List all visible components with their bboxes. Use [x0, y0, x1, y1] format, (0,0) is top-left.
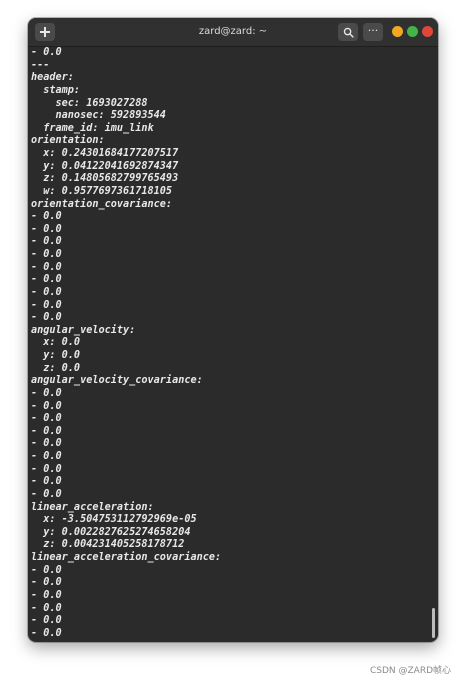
terminal-line: - 0.0 — [31, 451, 62, 462]
terminal-line: - 0.0 — [31, 261, 62, 273]
terminal-line: - 0.0 — [31, 47, 62, 58]
terminal-line: frame_id: imu_link — [31, 122, 154, 134]
search-icon — [343, 27, 354, 38]
terminal-line: linear_acceleration: — [31, 501, 154, 513]
terminal-line: y: 0.0 — [31, 350, 81, 361]
terminal-line: - 0.0 — [31, 577, 62, 589]
watermark: CSDN @ZARD帧心 — [370, 666, 452, 676]
terminal-line: w: 0.9577697361718105 — [31, 185, 173, 197]
terminal-line: - 0.0 — [31, 425, 62, 437]
terminal-line: --- — [31, 59, 50, 71]
terminal-line: - 0.0 — [31, 312, 62, 324]
terminal-line: - 0.0 — [31, 249, 62, 260]
terminal-line: - 0.0 — [31, 299, 62, 311]
terminal-line: - 0.0 — [31, 387, 62, 399]
terminal-line: x: 0.0 — [31, 337, 81, 349]
terminal-line: - 0.0 — [31, 223, 62, 235]
maximize-button[interactable] — [407, 26, 418, 37]
terminal-line: - 0.0 — [31, 274, 62, 286]
terminal-line: z: 0.0 — [31, 362, 81, 374]
terminal-line: - 0.0 — [31, 400, 62, 412]
terminal-window: zard@zard: ~ ··· - 0.0 --- header: stamp: … — [28, 18, 438, 642]
terminal-line: - 0.0 — [31, 286, 62, 298]
terminal-line: - 0.0 — [31, 438, 62, 450]
terminal-line: - 0.0 — [31, 211, 62, 223]
terminal-line: - 0.0 — [31, 627, 62, 639]
terminal-line: angular_velocity_covariance: — [31, 375, 203, 387]
window-title: zard@zard: ~ — [198, 26, 268, 37]
terminal-line: nanosec: 592893544 — [31, 110, 166, 122]
search-button[interactable] — [338, 23, 358, 41]
title-bar: zard@zard: ~ ··· — [28, 18, 438, 47]
terminal-output[interactable]: - 0.0 --- header: stamp: sec: 1693027288 n… — [31, 47, 427, 640]
terminal-line: x: 0.24301684177207517 — [31, 148, 179, 159]
minimize-button[interactable] — [392, 26, 403, 37]
terminal-line: y: 0.0022827625274658204 — [31, 526, 191, 538]
close-button[interactable] — [422, 26, 433, 37]
terminal-line: angular_velocity: — [31, 324, 136, 336]
terminal-line: - 0.0 — [31, 589, 62, 601]
terminal-line: - 0.0 — [31, 602, 62, 614]
terminal-line: - 0.0 — [31, 488, 62, 500]
terminal-line: z: 0.004231405258178712 — [31, 539, 185, 551]
terminal-line: x: -3.504753112792969e-05 — [31, 514, 197, 526]
more-horizontal-icon: ··· — [367, 23, 379, 37]
terminal-line: - 0.0 — [31, 236, 62, 248]
plus-icon — [35, 23, 55, 41]
terminal-line: header: — [31, 72, 74, 84]
terminal-line: stamp: — [31, 84, 81, 96]
scrollbar-thumb[interactable] — [432, 608, 435, 638]
terminal-line: linear_acceleration_covariance: — [31, 552, 222, 563]
terminal-line: orientation: — [31, 135, 105, 147]
terminal-line: z: 0.14805682799765493 — [31, 173, 179, 185]
terminal-line: - 0.0 — [31, 476, 62, 488]
new-tab-button[interactable] — [35, 23, 55, 41]
terminal-line: sec: 1693027288 — [31, 97, 148, 109]
terminal-line: - 0.0 — [31, 413, 62, 425]
terminal-line: - 0.0 — [31, 463, 62, 475]
terminal-line: - 0.0 — [31, 615, 62, 627]
menu-button[interactable]: ··· — [363, 23, 383, 41]
terminal-line: y: 0.04122041692874347 — [31, 160, 179, 172]
terminal-line: - 0.0 — [31, 564, 62, 576]
terminal-line: orientation_covariance: — [31, 198, 173, 210]
